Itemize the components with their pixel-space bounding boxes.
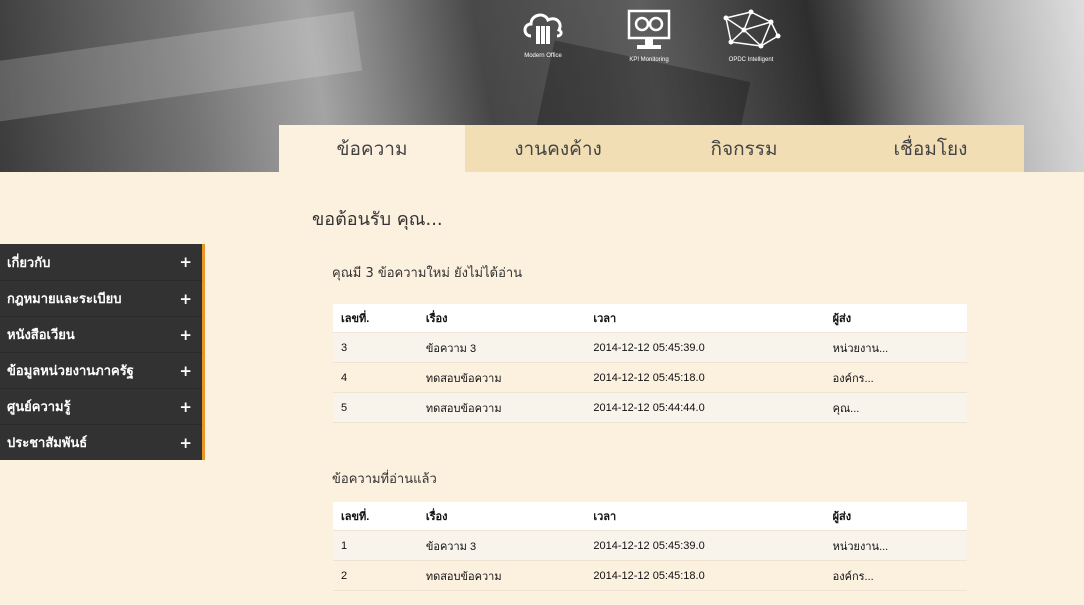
- unread-messages-table: เลขที่. เรื่อง เวลา ผู้ส่ง 3 ข้อความ 3 2…: [333, 304, 967, 423]
- column-header: เวลา: [585, 502, 825, 531]
- sidebar-item-label: เกี่ยวกับ: [7, 255, 51, 271]
- expand-icon: +: [179, 433, 192, 452]
- sidebar-item-label: ประชาสัมพันธ์: [7, 436, 88, 451]
- logo-caption: OPDC Intelligent: [728, 57, 774, 63]
- cell-sender: หน่วยงาน...: [824, 332, 967, 363]
- sidebar-item-label: กฎหมายและระเบียบ: [7, 292, 122, 307]
- cell-number: 3: [333, 332, 418, 363]
- logo-caption: KPI Monitoring: [629, 57, 669, 63]
- sidebar-item-label: ข้อมูลหน่วยงานภาครัฐ: [7, 364, 134, 379]
- tab-pending-tasks[interactable]: งานคงค้าง: [465, 125, 651, 172]
- cell-subject[interactable]: ทดสอบข้อความ: [417, 362, 586, 393]
- main-tabs: ข้อความ งานคงค้าง กิจกรรม เชื่อมโยง: [279, 125, 1024, 172]
- tab-messages[interactable]: ข้อความ: [279, 125, 465, 172]
- cell-sender: องค์กร...: [824, 560, 967, 591]
- table-row[interactable]: 5 ทดสอบข้อความ 2014-12-12 05:44:44.0 คุณ…: [333, 392, 967, 423]
- cell-subject[interactable]: ข้อความ 3: [417, 530, 586, 561]
- column-header: ผู้ส่ง: [824, 304, 967, 333]
- table-header-row: เลขที่. เรื่อง เวลา ผู้ส่ง: [333, 502, 967, 531]
- sidebar-item-about[interactable]: เกี่ยวกับ +: [0, 244, 202, 280]
- expand-icon: +: [179, 361, 192, 380]
- cell-sender: หน่วยงาน...: [824, 530, 967, 561]
- cell-time: 2014-12-12 05:45:39.0: [585, 332, 825, 363]
- column-header: เรื่อง: [417, 502, 586, 531]
- table-header-row: เลขที่. เรื่อง เวลา ผู้ส่ง: [333, 304, 967, 333]
- read-messages-table: เลขที่. เรื่อง เวลา ผู้ส่ง 1 ข้อความ 3 2…: [333, 502, 967, 591]
- kpi-monitor-icon: [627, 9, 671, 49]
- kpi-monitoring-logo[interactable]: KPI Monitoring: [615, 8, 683, 63]
- cell-number: 4: [333, 362, 418, 393]
- cell-number: 2: [333, 560, 418, 591]
- cell-time: 2014-12-12 05:45:39.0: [585, 530, 825, 561]
- sidebar-item-label: หนังสือเวียน: [7, 328, 75, 343]
- tab-activities[interactable]: กิจกรรม: [651, 125, 837, 172]
- cell-sender: คุณ...: [824, 392, 967, 423]
- cell-time: 2014-12-12 05:44:44.0: [585, 392, 825, 423]
- cell-subject[interactable]: ทดสอบข้อความ: [417, 560, 586, 591]
- expand-icon: +: [179, 289, 192, 308]
- read-messages-title: ข้อความที่อ่านแล้ว: [332, 472, 437, 487]
- modern-office-logo[interactable]: Modern Office: [512, 8, 574, 59]
- unread-messages-title: คุณมี 3 ข้อความใหม่ ยังไม่ได้อ่าน: [332, 266, 523, 281]
- sidebar-item-agency-info[interactable]: ข้อมูลหน่วยงานภาครัฐ +: [0, 352, 202, 388]
- cell-number: 5: [333, 392, 418, 423]
- cell-sender: องค์กร...: [824, 362, 967, 393]
- cell-subject[interactable]: ข้อความ 3: [417, 332, 586, 363]
- sidebar-menu: เกี่ยวกับ + กฎหมายและระเบียบ + หนังสือเว…: [0, 244, 205, 460]
- table-row[interactable]: 2 ทดสอบข้อความ 2014-12-12 05:45:18.0 องค…: [333, 560, 967, 591]
- cell-number: 1: [333, 530, 418, 561]
- cell-time: 2014-12-12 05:45:18.0: [585, 362, 825, 393]
- logo-caption: Modern Office: [524, 53, 562, 59]
- sidebar-item-label: ศูนย์ความรู้: [7, 400, 71, 415]
- expand-icon: +: [179, 253, 192, 271]
- cell-time: 2014-12-12 05:45:18.0: [585, 560, 825, 591]
- table-row[interactable]: 1 ข้อความ 3 2014-12-12 05:45:39.0 หน่วยง…: [333, 530, 967, 561]
- cloud-office-icon: [523, 13, 563, 44]
- network-icon: [723, 9, 781, 49]
- sidebar-item-laws[interactable]: กฎหมายและระเบียบ +: [0, 280, 202, 316]
- column-header: ผู้ส่ง: [824, 502, 967, 531]
- expand-icon: +: [179, 397, 192, 416]
- opdc-intelligent-logo[interactable]: OPDC Intelligent: [710, 8, 792, 63]
- column-header: เรื่อง: [417, 304, 586, 333]
- table-row[interactable]: 3 ข้อความ 3 2014-12-12 05:45:39.0 หน่วยง…: [333, 332, 967, 363]
- column-header: เลขที่.: [333, 502, 418, 531]
- expand-icon: +: [179, 325, 192, 344]
- sidebar-item-knowledge-center[interactable]: ศูนย์ความรู้ +: [0, 388, 202, 424]
- sidebar-item-circulars[interactable]: หนังสือเวียน +: [0, 316, 202, 352]
- sidebar-item-public-relations[interactable]: ประชาสัมพันธ์ +: [0, 424, 202, 460]
- column-header: เลขที่.: [333, 304, 418, 333]
- cell-subject[interactable]: ทดสอบข้อความ: [417, 392, 586, 423]
- tab-links[interactable]: เชื่อมโยง: [837, 125, 1024, 172]
- welcome-heading: ขอต้อนรับ คุณ...: [312, 209, 443, 230]
- table-row[interactable]: 4 ทดสอบข้อความ 2014-12-12 05:45:18.0 องค…: [333, 362, 967, 393]
- column-header: เวลา: [585, 304, 825, 333]
